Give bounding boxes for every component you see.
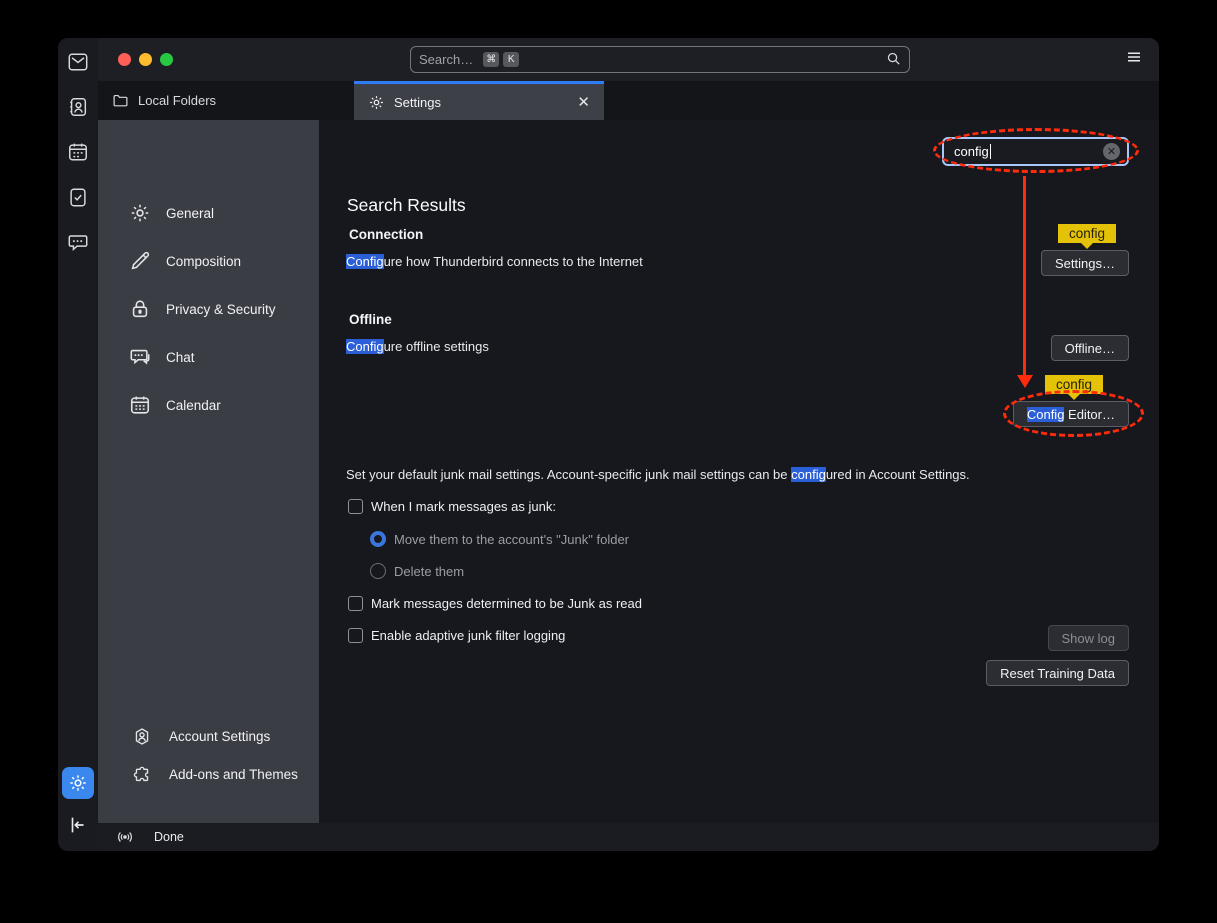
annotation-ellipse-search [933, 128, 1139, 173]
annotation-ellipse-config-editor [1003, 390, 1144, 437]
junk-log-row: Enable adaptive junk filter logging [348, 628, 565, 643]
main-column: Search… ⌘ K Local Folders Settin [98, 38, 1159, 851]
sidebar-item-addons-themes[interactable]: Add-ons and Themes [98, 755, 319, 793]
sidebar-item-chat[interactable]: Chat [98, 333, 319, 381]
global-search-placeholder: Search… [419, 52, 473, 67]
pencil-icon [129, 250, 151, 272]
junk-delete-label: Delete them [394, 564, 464, 579]
gear-icon [129, 202, 151, 224]
search-icon [886, 51, 901, 69]
global-search-input[interactable]: Search… ⌘ K [410, 46, 910, 73]
annotation-arrow-head [1017, 375, 1033, 388]
folder-icon [112, 92, 129, 109]
shortcut-keys: ⌘ K [483, 52, 519, 67]
junk-intro-pre: Set your default junk mail settings. Acc… [346, 467, 791, 482]
activity-icon [116, 828, 134, 846]
calendar-space-icon[interactable] [64, 138, 92, 166]
junk-delete-row: Delete them [370, 563, 464, 579]
sidebar-item-label: Composition [166, 254, 241, 269]
junk-intro-text: Set your default junk mail settings. Acc… [346, 467, 970, 482]
tab-settings[interactable]: Settings ✕ [354, 81, 604, 120]
junk-intro-post: ured in Account Settings. [826, 467, 970, 482]
sidebar-item-label: Add-ons and Themes [169, 767, 298, 782]
cmd-keycap: ⌘ [483, 52, 499, 67]
gear-icon [368, 94, 385, 111]
sidebar-footer: Account Settings Add-ons and Themes [98, 717, 319, 793]
mail-space-icon[interactable] [64, 48, 92, 76]
sidebar-item-general[interactable]: General [98, 189, 319, 237]
app-menu-icon[interactable] [1125, 48, 1143, 71]
search-match-highlight: Config [346, 254, 384, 269]
k-keycap: K [503, 52, 519, 67]
sidebar-item-calendar[interactable]: Calendar [98, 381, 319, 429]
addressbook-space-icon[interactable] [64, 93, 92, 121]
settings-sidebar: General Composition Privacy & Security C… [98, 120, 319, 823]
spaces-rail [58, 38, 98, 851]
sidebar-item-account-settings[interactable]: Account Settings [98, 717, 319, 755]
search-match-highlight: config [791, 467, 826, 482]
junk-read-label: Mark messages determined to be Junk as r… [371, 596, 642, 611]
tab-settings-label: Settings [394, 95, 441, 110]
app-window: Search… ⌘ K Local Folders Settin [58, 38, 1159, 851]
reset-training-data-button[interactable]: Reset Training Data [986, 660, 1129, 686]
status-bar: Done [98, 823, 1159, 851]
unified-toolbar: Search… ⌘ K [98, 38, 1159, 81]
tab-local-folders[interactable]: Local Folders [98, 81, 354, 120]
settings-content: config ✕ Search Results Connection Confi… [319, 120, 1159, 823]
connection-desc-rest: ure how Thunderbird connects to the Inte… [384, 254, 643, 269]
tasks-space-icon[interactable] [64, 183, 92, 211]
account-icon [131, 727, 153, 746]
page-title: Search Results [347, 195, 466, 216]
annotation-arrow-line [1023, 176, 1026, 376]
junk-read-row: Mark messages determined to be Junk as r… [348, 596, 642, 611]
connection-settings-button[interactable]: Settings… [1041, 250, 1129, 276]
junk-log-checkbox[interactable] [348, 628, 363, 643]
sidebar-item-privacy-security[interactable]: Privacy & Security [98, 285, 319, 333]
junk-move-label: Move them to the account's "Junk" folder [394, 532, 629, 547]
collapse-rail-icon[interactable] [64, 811, 92, 839]
config-tooltip-settings: config [1058, 224, 1116, 243]
show-log-button[interactable]: Show log [1048, 625, 1129, 651]
sidebar-item-label: General [166, 206, 214, 221]
connection-section-title: Connection [349, 227, 423, 242]
junk-move-row: Move them to the account's "Junk" folder [370, 531, 629, 547]
zoom-window-button[interactable] [160, 53, 173, 66]
search-match-highlight: Config [346, 339, 384, 354]
junk-move-radio[interactable] [370, 531, 386, 547]
junk-mark-row: When I mark messages as junk: [348, 499, 556, 514]
sidebar-item-label: Calendar [166, 398, 221, 413]
chat-space-icon[interactable] [64, 228, 92, 256]
junk-delete-radio[interactable] [370, 563, 386, 579]
offline-settings-button[interactable]: Offline… [1051, 335, 1129, 361]
tab-bar: Local Folders Settings ✕ [98, 81, 1159, 120]
status-text: Done [154, 830, 184, 844]
settings-space-button[interactable] [62, 767, 94, 799]
junk-read-checkbox[interactable] [348, 596, 363, 611]
minimize-window-button[interactable] [139, 53, 152, 66]
lock-icon [129, 298, 151, 320]
junk-log-label: Enable adaptive junk filter logging [371, 628, 565, 643]
puzzle-icon [131, 765, 153, 784]
offline-section-title: Offline [349, 312, 392, 327]
connection-section-desc: Configure how Thunderbird connects to th… [346, 254, 643, 269]
offline-section-desc: Configure offline settings [346, 339, 489, 354]
junk-mark-checkbox[interactable] [348, 499, 363, 514]
junk-mark-label: When I mark messages as junk: [371, 499, 556, 514]
calendar-icon [129, 394, 151, 416]
sidebar-item-composition[interactable]: Composition [98, 237, 319, 285]
close-window-button[interactable] [118, 53, 131, 66]
traffic-lights [118, 53, 173, 66]
offline-desc-rest: ure offline settings [384, 339, 489, 354]
sidebar-item-label: Privacy & Security [166, 302, 276, 317]
chat-icon [129, 346, 151, 368]
sidebar-item-label: Account Settings [169, 729, 270, 744]
close-tab-icon[interactable]: ✕ [577, 95, 590, 110]
sidebar-item-label: Chat [166, 350, 195, 365]
tab-local-folders-label: Local Folders [138, 93, 216, 108]
settings-body: General Composition Privacy & Security C… [98, 120, 1159, 823]
